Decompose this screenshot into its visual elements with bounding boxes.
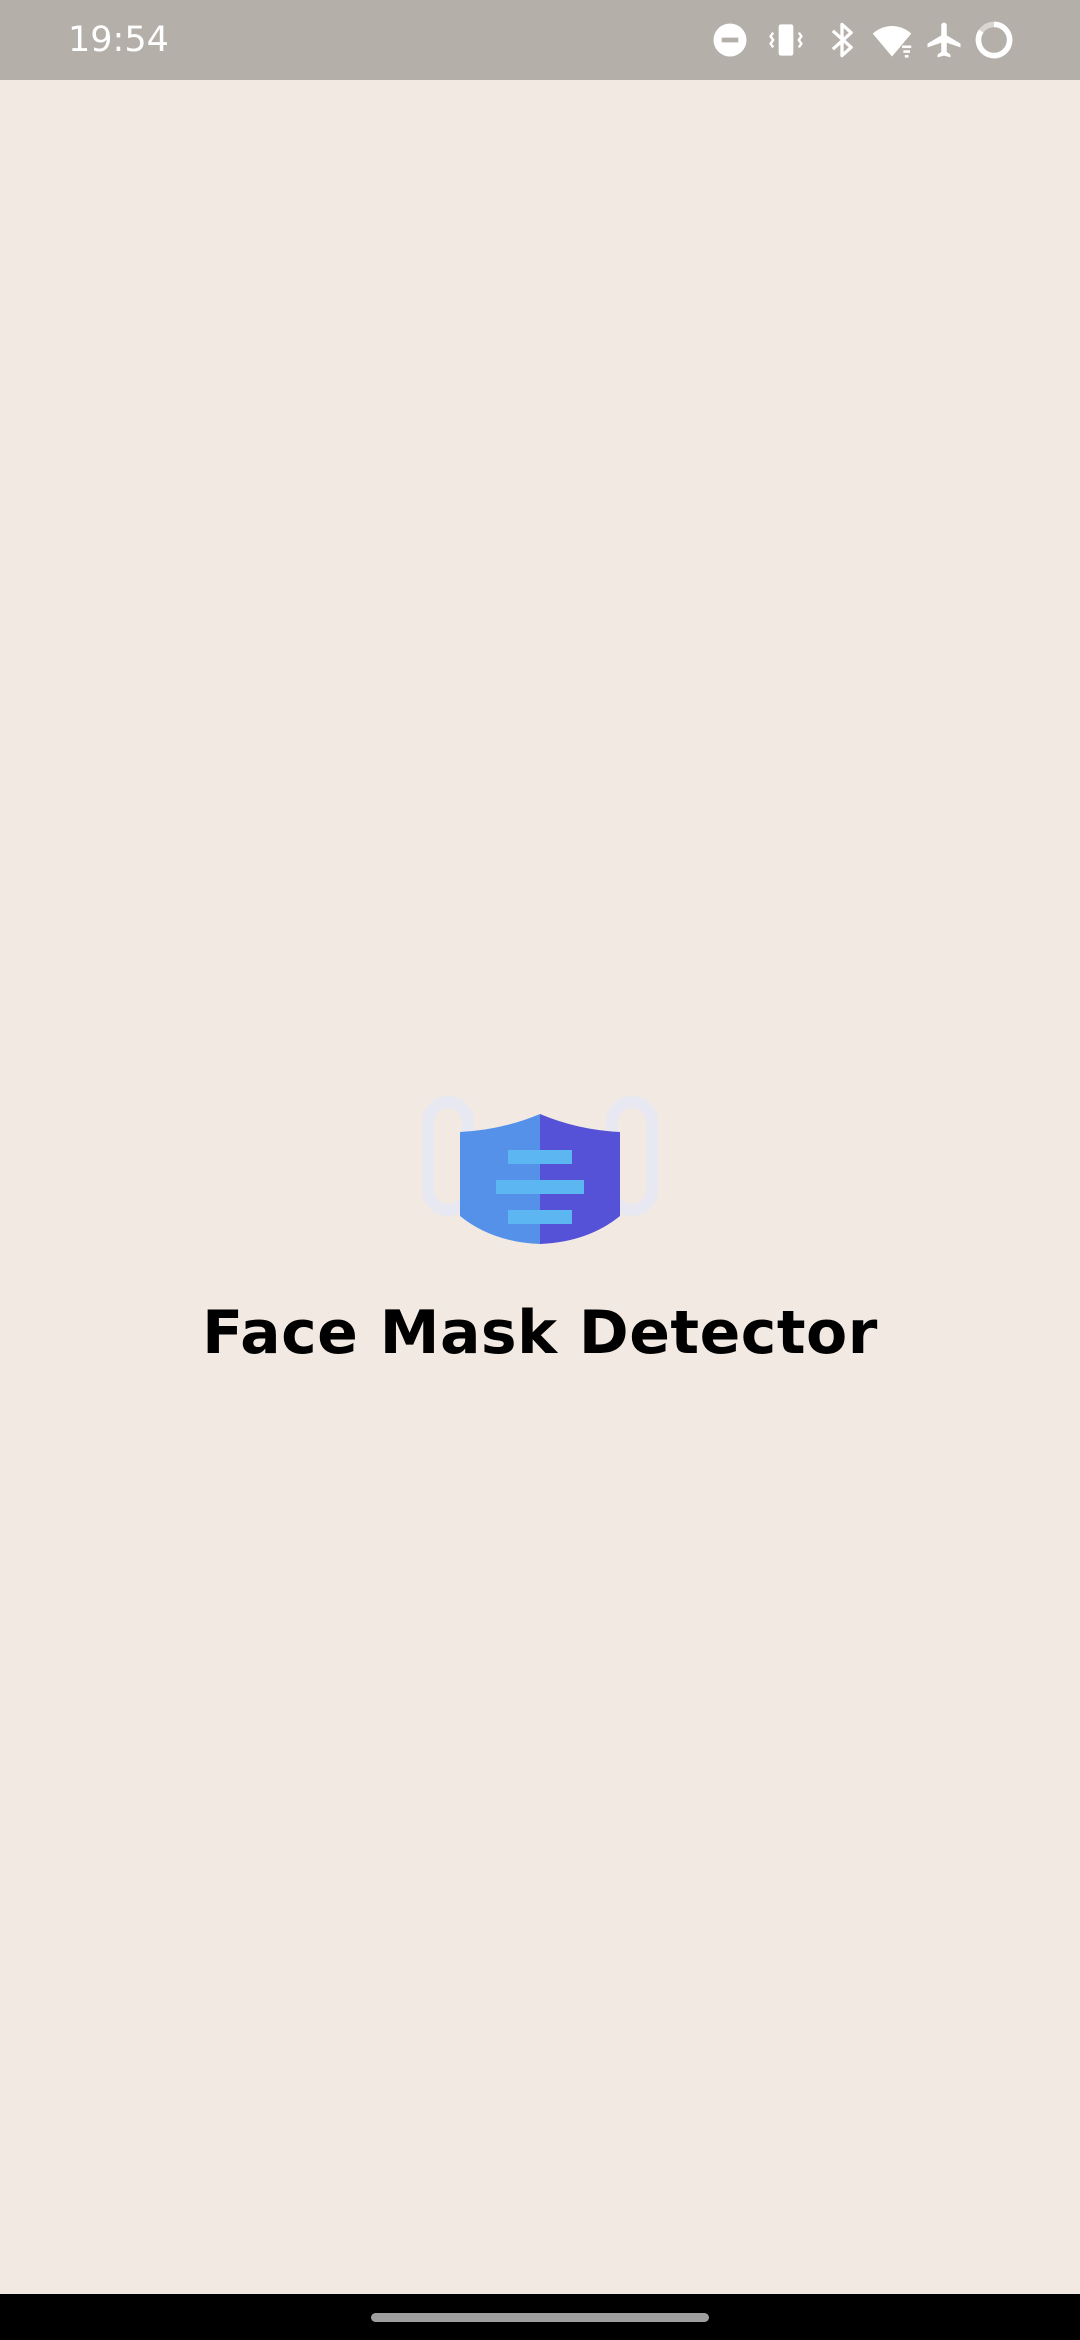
home-gesture-handle[interactable] (371, 2313, 709, 2322)
do-not-disturb-icon (708, 18, 752, 62)
bluetooth-icon (820, 18, 864, 62)
status-bar: 19:54 (0, 0, 1080, 80)
airplane-mode-icon (922, 18, 966, 62)
status-time: 19:54 (68, 20, 169, 60)
wifi-icon (870, 18, 914, 62)
splash-screen: Face Mask Detector (0, 80, 1080, 2294)
app-title: Face Mask Detector (202, 1298, 878, 1368)
battery-icon (972, 18, 1016, 62)
vibrate-icon (764, 18, 808, 62)
face-mask-icon (422, 1020, 658, 1256)
navigation-bar (0, 2294, 1080, 2340)
